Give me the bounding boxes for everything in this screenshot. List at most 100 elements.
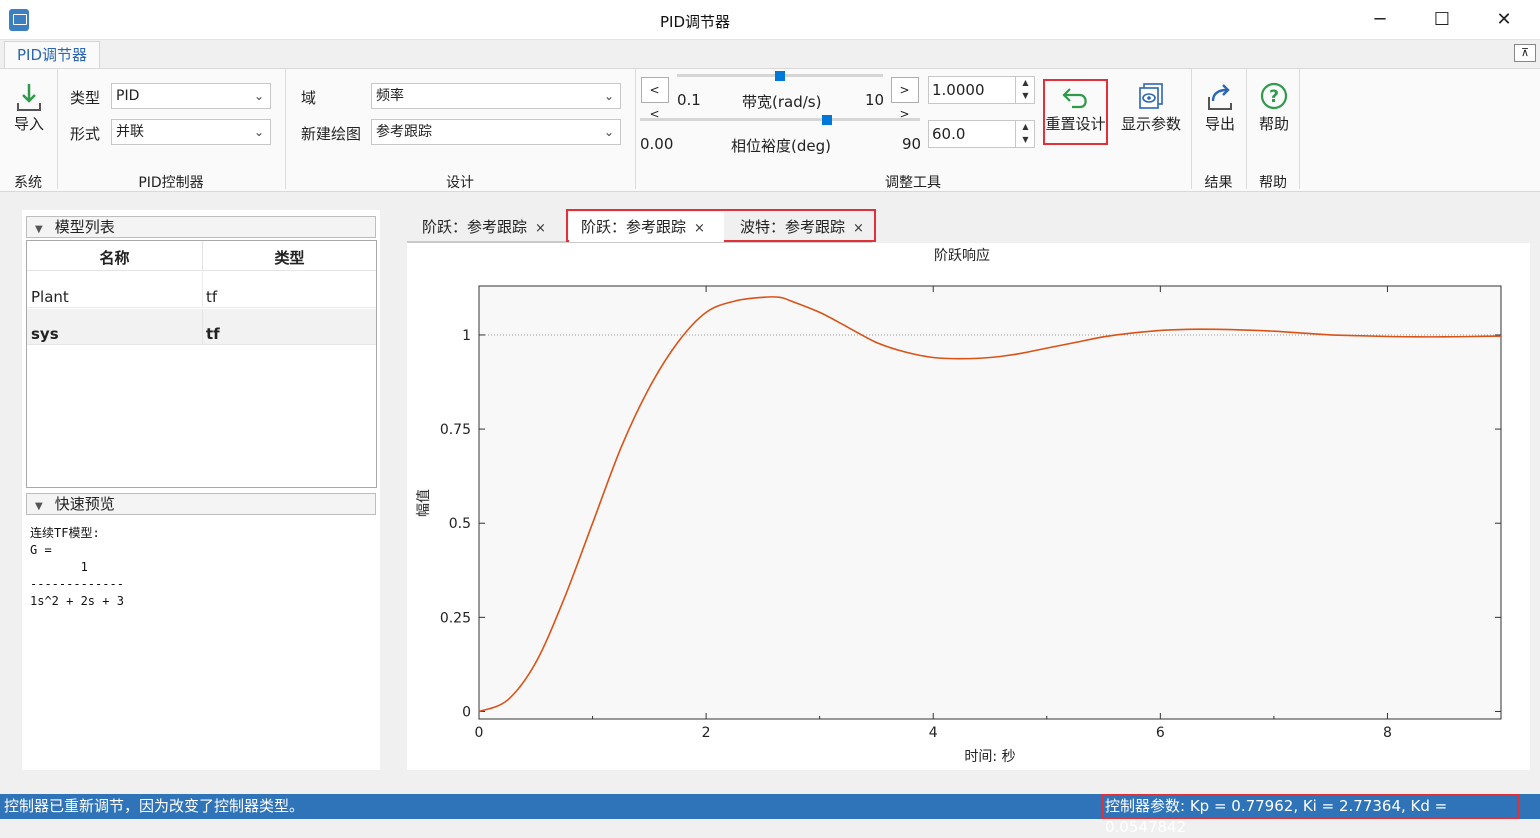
reset-design-button[interactable]: 重置设计 (1043, 79, 1108, 145)
minimize-button[interactable]: ─ (1352, 0, 1408, 40)
close-tab-icon[interactable]: × (853, 221, 864, 236)
group-separator (1191, 69, 1192, 189)
doc-tab-label: 波特：参考跟踪 (740, 218, 846, 236)
model-name: Plant (31, 288, 69, 306)
domain-select-value: 频率 (376, 88, 404, 104)
doc-tab-step-1[interactable]: 阶跃：参考跟踪 × (416, 212, 552, 242)
spin-up-icon[interactable]: ▲ (1016, 120, 1035, 133)
model-list-title: 模型列表 (54, 218, 115, 236)
ribbon: 导入 系统 类型 PID ⌄ 形式 并联 ⌄ PID控制器 域 频率 ⌄ 新建绘图 参… (0, 68, 1540, 192)
spin-up-icon[interactable]: ▲ (1016, 76, 1035, 89)
controller-parameters: 控制器参数: Kp = 0.77962, Ki = 2.77364, Kd = … (1101, 794, 1519, 836)
group-separator (285, 69, 286, 189)
import-button[interactable]: 导入 (6, 81, 52, 134)
table-row[interactable]: sys tf (27, 309, 376, 345)
group-label-system: 系统 (14, 175, 42, 191)
new-plot-select[interactable]: 参考跟踪 ⌄ (371, 119, 621, 145)
bandwidth-increase-button[interactable]: > > (891, 77, 919, 121)
group-label-tuning: 调整工具 (885, 175, 941, 191)
phase-margin-spinbox[interactable]: 60.0 ▲ ▼ (928, 120, 1035, 148)
domain-select[interactable]: 频率 ⌄ (371, 83, 621, 109)
form-select[interactable]: 并联 ⌄ (111, 119, 271, 145)
form-select-value: 并联 (116, 124, 144, 140)
group-label-results: 结果 (1204, 175, 1233, 191)
help-button[interactable]: ? 帮助 (1252, 81, 1296, 134)
status-message: 控制器已重新调节，因为改变了控制器类型。 (4, 797, 305, 815)
ribbon-tab-strip (0, 40, 1540, 68)
status-bar: 控制器已重新调节，因为改变了控制器类型。 控制器参数: Kp = 0.77962… (0, 794, 1540, 836)
bandwidth-decrease-button[interactable]: < < (641, 77, 669, 121)
chevron-down-icon: ⌄ (603, 125, 614, 139)
type-select-value: PID (116, 88, 140, 104)
doc-tab-bode[interactable]: 波特：参考跟踪 × (734, 212, 870, 242)
quick-preview-header[interactable]: ▼ 快速预览 (26, 493, 376, 515)
chart-y-axis-label: 幅值 (416, 489, 432, 517)
column-header-name[interactable]: 名称 (27, 247, 202, 268)
column-divider (202, 309, 203, 345)
close-tab-icon[interactable]: × (535, 221, 546, 236)
model-list-header[interactable]: ▼ 模型列表 (26, 216, 376, 238)
new-plot-label: 新建绘图 (301, 125, 362, 143)
phase-margin-min: 0.00 (640, 135, 674, 153)
collapse-triangle-icon: ▼ (35, 501, 43, 512)
group-separator (57, 69, 58, 189)
help-icon: ? (1260, 82, 1288, 110)
bandwidth-max: 10 (865, 91, 885, 109)
model-type: tf (206, 288, 218, 306)
show-parameters-icon (1139, 83, 1163, 109)
export-icon (1208, 84, 1232, 110)
tab-pid-tuner[interactable]: PID调节器 (4, 41, 100, 69)
group-label-help: 帮助 (1259, 175, 1287, 191)
maximize-button[interactable]: ☐ (1414, 0, 1470, 40)
table-row[interactable]: Plant tf (27, 272, 376, 308)
bandwidth-min: 0.1 (677, 91, 701, 109)
quick-preview-title: 快速预览 (54, 495, 115, 513)
export-label: 导出 (1204, 115, 1235, 133)
phase-margin-label: 相位裕度(deg) (731, 137, 831, 155)
doc-tab-label: 阶跃：参考跟踪 (422, 218, 528, 236)
x-tick-label: 6 (1156, 725, 1165, 741)
reset-design-label: 重置设计 (1045, 115, 1106, 133)
chart-x-axis-label: 时间: 秒 (964, 749, 1015, 765)
plot-box (478, 285, 1502, 720)
spin-down-icon[interactable]: ▼ (1016, 133, 1035, 146)
x-tick-label: 2 (702, 725, 711, 741)
y-tick-label: 0.5 (449, 516, 471, 532)
table-header-row: 名称 类型 (27, 241, 376, 271)
bandwidth-spinbox[interactable]: 1.0000 ▲ ▼ (928, 76, 1035, 104)
phase-margin-slider-thumb[interactable] (821, 115, 832, 125)
import-label: 导入 (13, 115, 44, 133)
close-button[interactable]: ✕ (1476, 0, 1532, 40)
column-header-type[interactable]: 类型 (203, 247, 376, 268)
type-select[interactable]: PID ⌄ (111, 83, 271, 109)
bandwidth-slider-thumb[interactable] (775, 71, 785, 81)
collapse-ribbon-button[interactable]: ⊼ (1514, 44, 1536, 62)
window-title: PID调节器 (659, 13, 731, 31)
chevron-down-icon: ⌄ (253, 89, 264, 103)
plot-area: 阶跃响应 幅值 时间: 秒 0 2 4 6 8 0 0.25 0.5 0.75 1 (407, 243, 1530, 770)
chevron-down-icon: ⌄ (603, 89, 614, 103)
group-separator (1246, 69, 1247, 189)
spin-down-icon[interactable]: ▼ (1016, 89, 1035, 102)
domain-label: 域 (301, 89, 317, 107)
chart-title: 阶跃响应 (934, 247, 990, 264)
undo-arrow-icon (1061, 88, 1087, 109)
y-tick-label: 1 (462, 328, 471, 344)
group-separator (635, 69, 636, 189)
y-tick-label: 0 (462, 704, 471, 720)
phase-margin-max: 90 (902, 135, 922, 153)
model-name: sys (31, 325, 59, 343)
close-tab-icon[interactable]: × (694, 221, 705, 236)
group-label-design: 设计 (446, 175, 474, 191)
model-table: 名称 类型 Plant tf sys tf (26, 240, 377, 488)
export-button[interactable]: 导出 (1197, 81, 1243, 134)
import-icon (17, 84, 41, 111)
phase-margin-value: 60.0 (932, 125, 966, 143)
show-parameters-button[interactable]: 显示参数 (1118, 81, 1184, 134)
phase-margin-slider-track[interactable] (640, 118, 920, 121)
step-response-chart[interactable]: 阶跃响应 幅值 时间: 秒 0 2 4 6 8 0 0.25 0.5 0.75 1 (407, 243, 1530, 770)
svg-text:?: ? (1269, 87, 1279, 107)
doc-tab-step-2[interactable]: 阶跃：参考跟踪 × (575, 212, 711, 242)
y-tick-label: 0.75 (440, 422, 471, 438)
collapse-triangle-icon: ▼ (35, 224, 43, 235)
